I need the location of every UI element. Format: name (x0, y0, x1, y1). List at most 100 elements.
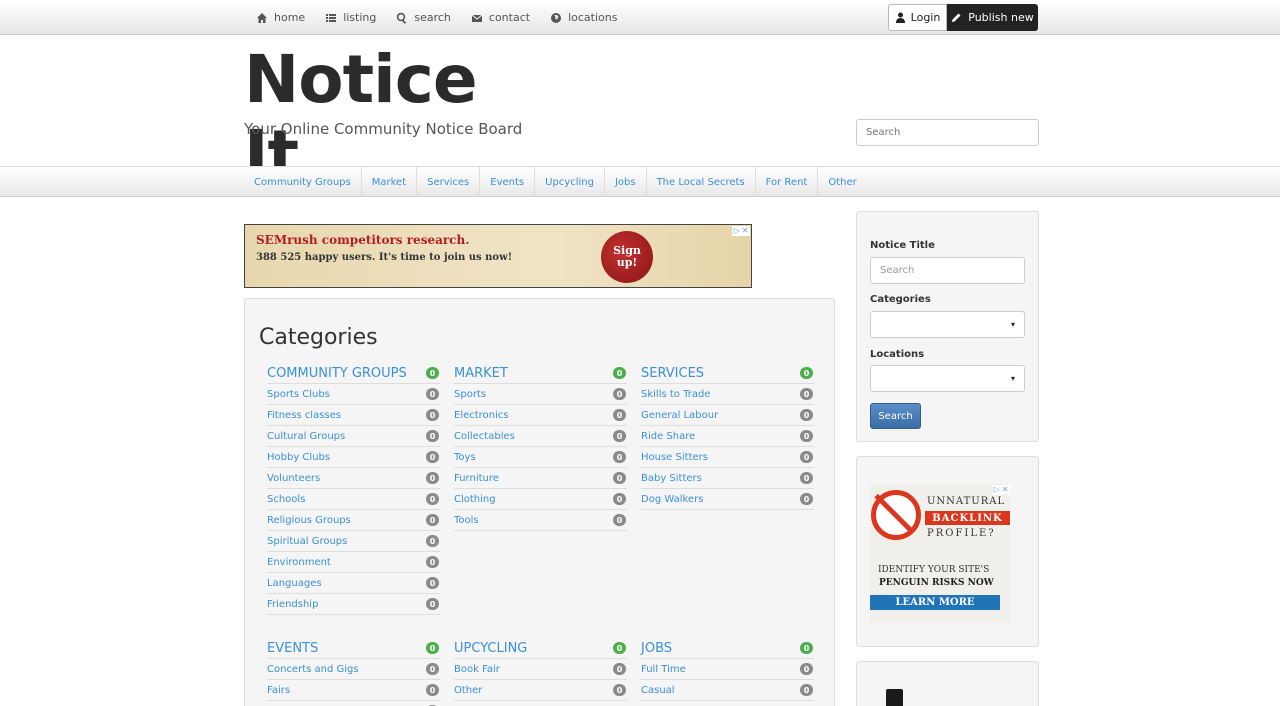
category-item[interactable]: Dog Walkers 0 (641, 489, 814, 510)
locations-label: Locations (870, 349, 925, 360)
catnav-community-groups[interactable]: Community Groups (244, 167, 362, 197)
category-item[interactable]: House Sitters 0 (641, 447, 814, 468)
adchoices-icon[interactable]: ▷ ✕ (992, 485, 1010, 495)
category-nav-bar: Community Groups Market Services Events … (0, 166, 1280, 197)
category-item[interactable]: Book Fair 0 (454, 659, 627, 680)
user-icon (895, 12, 905, 23)
count-badge: 0 (426, 472, 439, 484)
catnav-for-rent[interactable]: For Rent (756, 167, 819, 197)
category-item-label: Hobby Clubs (267, 451, 331, 463)
top-bar: home listing search contact locations Lo… (0, 0, 1280, 35)
publish-new-button[interactable]: Publish new (947, 4, 1038, 31)
category-item[interactable]: Furniture 0 (454, 468, 627, 489)
category-item[interactable]: Casual 0 (641, 680, 814, 701)
count-badge: 0 (613, 367, 626, 379)
count-badge: 0 (426, 409, 439, 421)
category-item[interactable]: Baby Sitters 0 (641, 468, 814, 489)
search-icon (397, 12, 407, 24)
catnav-upcycling[interactable]: Upcycling (535, 167, 605, 197)
chevron-down-icon: ▾ (1010, 374, 1015, 383)
category-item[interactable]: Fitness classes 0 (267, 405, 440, 426)
category-item-label: Cultural Groups (267, 430, 346, 442)
category-group-header[interactable]: UPCYCLING 0 (454, 638, 627, 659)
category-item[interactable]: Volunteers 0 (267, 468, 440, 489)
category-nav: Community Groups Market Services Events … (244, 167, 867, 197)
count-badge: 0 (426, 430, 439, 442)
ad-signup-seal[interactable]: Sign up! (601, 231, 653, 283)
category-item[interactable]: Collectables 0 (454, 426, 627, 447)
category-item[interactable]: Full Time 0 (641, 659, 814, 680)
category-group-header[interactable]: MARKET 0 (454, 363, 627, 384)
category-item[interactable]: Schools 0 (267, 489, 440, 510)
category-item-label: Toys (454, 451, 476, 463)
category-item-label: Languages (267, 577, 322, 589)
category-item[interactable]: General Labour 0 (641, 405, 814, 426)
site-tagline: Your Online Community Notice Board (244, 120, 523, 138)
sidebar-search-button[interactable]: Search (870, 403, 921, 429)
pencil-icon (952, 13, 961, 22)
penguin-ad[interactable]: UNNATURAL BACKLINK PROFILE? IDENTIFY YOU… (870, 484, 1010, 623)
nav-contact-label: contact (488, 11, 531, 24)
category-item[interactable]: Spiritual Groups 0 (267, 531, 440, 552)
category-item[interactable]: Skills to Trade 0 (641, 384, 814, 405)
catnav-services[interactable]: Services (417, 167, 481, 197)
count-badge: 0 (800, 367, 813, 379)
catnav-local-secrets[interactable]: The Local Secrets (647, 167, 756, 197)
category-item[interactable]: Concerts and Gigs 0 (267, 659, 440, 680)
category-item[interactable]: Environment 0 (267, 552, 440, 573)
category-group-header[interactable]: EVENTS 0 (267, 638, 440, 659)
learn-more-button[interactable]: LEARN MORE (870, 595, 1000, 610)
adchoices-icon[interactable]: ▷ ✕ (732, 226, 750, 236)
count-badge: 0 (426, 663, 439, 675)
categories-select[interactable]: ▾ (870, 311, 1025, 338)
locations-select[interactable]: ▾ (870, 365, 1025, 392)
category-item[interactable]: Fairs 0 (267, 680, 440, 701)
nav-search[interactable]: search (396, 11, 451, 24)
login-button[interactable]: Login (888, 4, 947, 31)
nav-home[interactable]: home (256, 11, 305, 24)
category-item[interactable]: Toys 0 (454, 447, 627, 468)
catnav-events[interactable]: Events (480, 167, 536, 197)
count-badge: 0 (800, 451, 813, 463)
catnav-market[interactable]: Market (362, 167, 418, 197)
ad-banner[interactable]: SEMrush competitors research. 388 525 ha… (244, 224, 752, 288)
category-group-header[interactable]: SERVICES 0 (641, 363, 814, 384)
sidebar-box-3 (856, 661, 1039, 706)
auth-buttons: Login Publish new (888, 4, 1038, 31)
count-badge: 0 (613, 409, 626, 421)
category-item[interactable]: Other 0 (454, 680, 627, 701)
category-item-label: Other (454, 684, 483, 696)
category-item[interactable]: Religious Groups 0 (267, 510, 440, 531)
category-item[interactable]: Tools 0 (454, 510, 627, 531)
category-item[interactable]: Cultural Groups 0 (267, 426, 440, 447)
category-item-label: Concerts and Gigs (267, 663, 359, 675)
category-group-header[interactable]: JOBS 0 (641, 638, 814, 659)
category-item[interactable]: Sports Clubs 0 (267, 384, 440, 405)
catnav-other[interactable]: Other (818, 167, 866, 197)
category-item[interactable]: Friendship 0 (267, 594, 440, 615)
category-item-label: Religious Groups (267, 514, 351, 526)
category-item[interactable]: Sports 0 (454, 384, 627, 405)
category-item[interactable]: Languages 0 (267, 573, 440, 594)
category-group: SERVICES 0 Skills to Trade 0 General Labour 0… (641, 363, 814, 510)
penguin-ad-text-1: UNNATURAL (927, 496, 1006, 507)
nav-listing[interactable]: listing (325, 11, 376, 24)
category-group-header[interactable]: COMMUNITY GROUPS 0 (267, 363, 440, 384)
header-search-input[interactable] (856, 119, 1039, 146)
notice-title-input[interactable]: Search (870, 257, 1025, 284)
home-icon (257, 12, 267, 23)
category-item-label: Tools (454, 514, 479, 526)
category-item[interactable]: Clothing 0 (454, 489, 627, 510)
category-item[interactable]: Electronics 0 (454, 405, 627, 426)
nav-contact[interactable]: contact (471, 11, 530, 24)
category-item[interactable]: Hobby Clubs 0 (267, 447, 440, 468)
count-badge: 0 (426, 514, 439, 526)
category-item[interactable]: Ride Share 0 (641, 426, 814, 447)
category-item[interactable]: Art Exhibitions0 (267, 701, 440, 706)
catnav-jobs[interactable]: Jobs (605, 167, 647, 197)
site-logo[interactable]: Notice It (244, 42, 534, 192)
nav-locations[interactable]: locations (550, 11, 617, 24)
globe-icon (551, 12, 562, 23)
publish-label: Publish new (968, 11, 1034, 24)
count-badge: 0 (613, 642, 626, 654)
